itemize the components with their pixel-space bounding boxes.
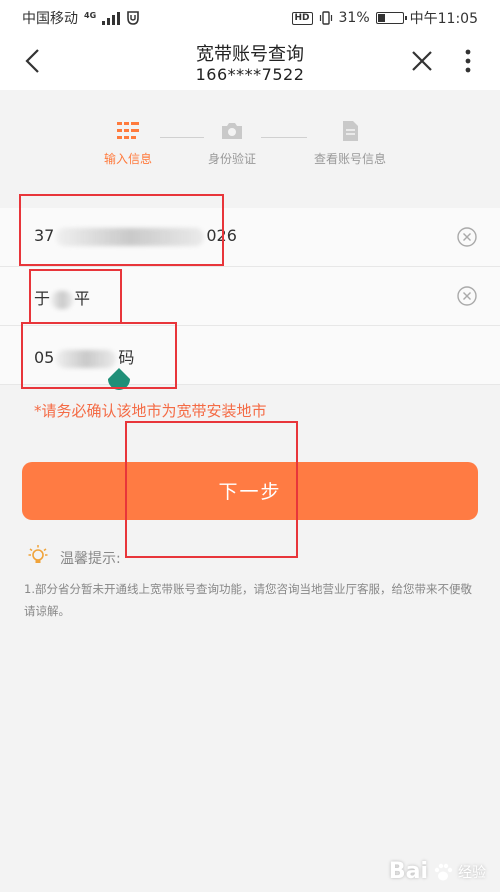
baidu-watermark: Bai 经验 bbox=[389, 859, 486, 884]
annotation-box-name bbox=[29, 269, 122, 324]
watermark-brand: Bai bbox=[388, 859, 428, 884]
battery-percent: 31% bbox=[338, 10, 370, 26]
shield-u-icon bbox=[127, 11, 139, 25]
battery-icon bbox=[375, 12, 407, 24]
tips-title: 温馨提示: bbox=[60, 551, 121, 567]
step-label: 输入信息 bbox=[103, 152, 152, 166]
step-view-account: 查看账号信息 bbox=[295, 120, 405, 167]
step-label: 查看账号信息 bbox=[313, 152, 386, 166]
annotation-box-area bbox=[21, 322, 177, 389]
step-identity-verify: 身份验证 bbox=[177, 120, 287, 167]
carrier-name: 中国移动 bbox=[22, 11, 78, 27]
watermark-sub: 经验 bbox=[458, 864, 486, 881]
hd-badge: HD bbox=[291, 11, 313, 25]
step-input-info: 输入信息 bbox=[73, 120, 183, 167]
signal-icon bbox=[102, 11, 121, 25]
camera-icon bbox=[222, 123, 242, 139]
nav-bar: 宽带账号查询 166****7522 bbox=[0, 34, 500, 90]
clear-input-icon[interactable] bbox=[456, 226, 478, 248]
step-indicator: 输入信息 身份验证 查看账号信息 bbox=[0, 120, 500, 180]
more-vertical-icon[interactable] bbox=[458, 46, 478, 76]
tips-text: 1.部分省分暂未开通线上宽带账号查询功能，请您咨询当地营业厅客服，给您带来不便敬… bbox=[24, 582, 472, 618]
status-bar: 中国移动 4G HD 31% 中午11:05 bbox=[0, 0, 500, 34]
paw-icon bbox=[434, 863, 453, 880]
form-list-icon bbox=[117, 122, 139, 139]
install-city-notice: *请务必确认该地市为宽带安装地市 bbox=[34, 402, 267, 420]
vibrate-icon bbox=[319, 11, 332, 25]
annotation-box-next bbox=[125, 421, 298, 558]
document-icon bbox=[343, 121, 358, 141]
clear-input-icon[interactable] bbox=[456, 285, 478, 307]
step-label: 身份验证 bbox=[207, 152, 256, 166]
network-type: 4G bbox=[84, 10, 97, 20]
close-icon[interactable] bbox=[407, 46, 437, 76]
annotation-box-id bbox=[19, 194, 224, 266]
lightbulb-icon bbox=[28, 545, 48, 563]
clock: 中午11:05 bbox=[409, 11, 478, 27]
